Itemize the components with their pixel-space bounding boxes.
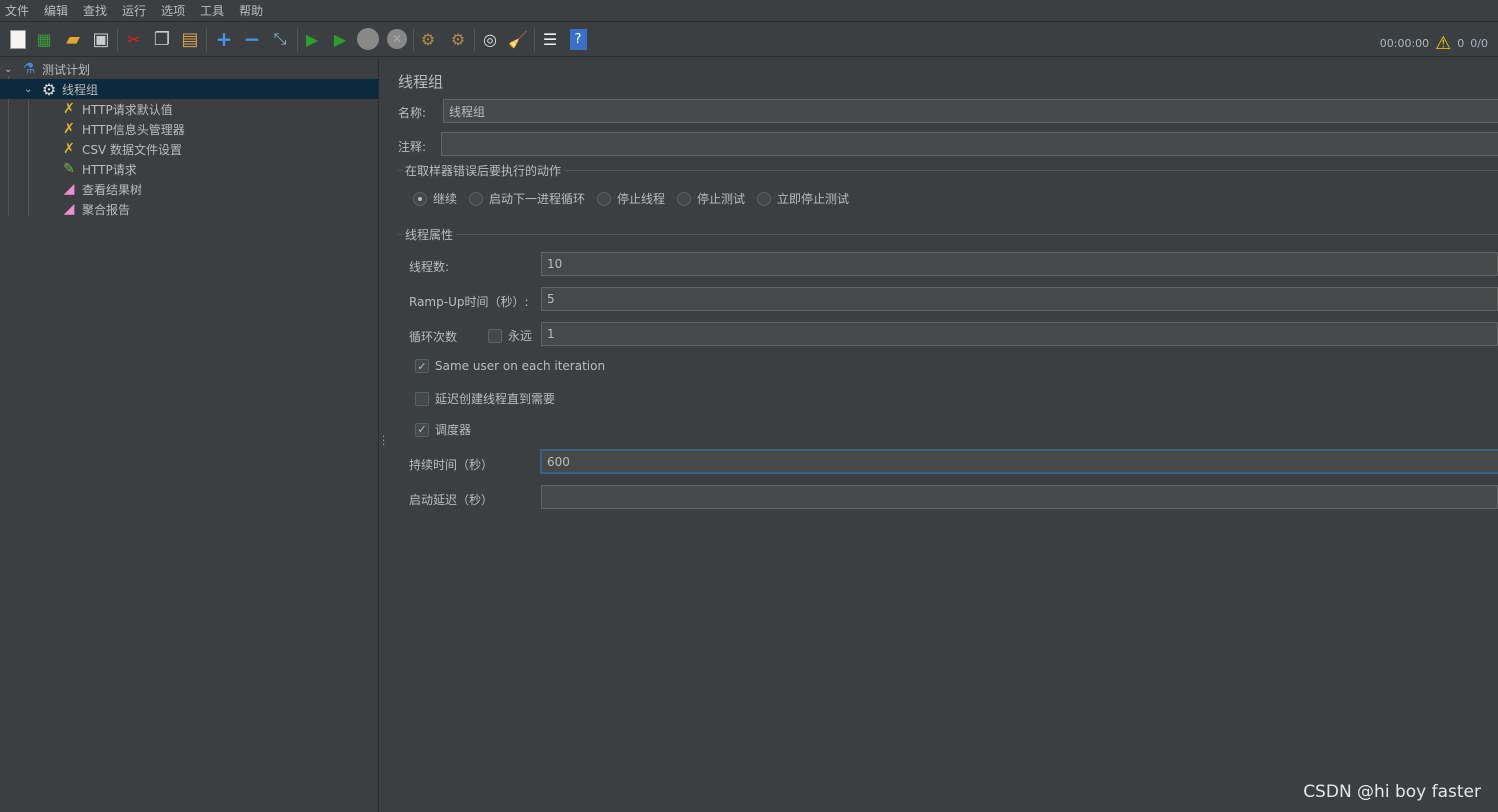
elapsed-timer: 00:00:00 [1379, 37, 1430, 50]
panel-title: 线程组 [398, 73, 444, 91]
radio-button[interactable] [413, 191, 427, 206]
radio-stop-test-now[interactable]: 立即停止测试 [757, 190, 849, 207]
threads-input[interactable]: 10 [541, 252, 1498, 276]
copy-icon[interactable]: ❐ [151, 28, 173, 50]
startup-delay-input[interactable] [541, 485, 1498, 509]
search-icon[interactable]: ◎ [479, 28, 501, 50]
active-threads: 0/0 [1470, 37, 1488, 50]
radio-button[interactable] [469, 191, 483, 206]
thread-group-icon: ⚙ [41, 79, 57, 99]
menu-edit[interactable]: 编辑 [44, 2, 68, 19]
help-icon[interactable]: ? [567, 28, 589, 50]
radio-start-next-loop[interactable]: 启动下一进程循环 [469, 190, 585, 207]
save-icon[interactable]: ▣ [90, 28, 112, 50]
sampler-icon: ✎ [63, 161, 75, 177]
status-area: 00:00:00 ⚠ 0 0/0 [1380, 33, 1498, 54]
tree-item-csv-config[interactable]: ✗ CSV 数据文件设置 [0, 139, 378, 159]
startup-delay-label: 启动延迟（秒） [409, 493, 494, 507]
rampup-label: Ramp-Up时间（秒）: [409, 295, 529, 309]
tree-item-http-request[interactable]: ✎ HTTP请求 [0, 159, 378, 179]
check-icon[interactable]: ✓ [415, 359, 429, 373]
clear-all-icon[interactable]: ⚙ [447, 28, 469, 50]
check-icon[interactable]: ✓ [415, 422, 429, 437]
start-no-pause-icon[interactable]: ▶ [329, 28, 351, 50]
comment-label: 注释: [398, 140, 427, 154]
templates-icon[interactable]: ▦ [33, 28, 55, 50]
shutdown-icon[interactable]: ✕ [386, 28, 408, 50]
tree-item-http-defaults[interactable]: ✗ HTTP请求默认值 [0, 99, 378, 119]
menu-file[interactable]: 文件 [5, 2, 29, 19]
menu-search[interactable]: 查找 [83, 2, 107, 19]
warning-icon[interactable]: ⚠ [1435, 33, 1451, 54]
duration-input[interactable]: 600 [540, 449, 1498, 474]
radio-button[interactable] [677, 191, 691, 206]
menu-help[interactable]: 帮助 [239, 2, 263, 19]
test-plan-icon: ⚗ [22, 61, 36, 77]
toolbar: ▦ ▰ ▣ ✂ ❐ ▤ + − ⤡ ▶ ▶ ✕ ⚙ ⚙ ◎ 🧹 ☰ ? [0, 23, 1498, 57]
name-input[interactable]: 线程组 [443, 99, 1498, 123]
cut-icon[interactable]: ✂ [123, 28, 145, 50]
rampup-input[interactable]: 5 [541, 287, 1498, 311]
name-label: 名称: [398, 106, 427, 120]
comment-input[interactable] [441, 132, 1498, 156]
menu-bar: 文件 编辑 查找 运行 选项 工具 帮助 [0, 0, 1498, 22]
config-element-icon: ✗ [63, 101, 75, 117]
clear-icon[interactable]: ⚙ [417, 28, 439, 50]
reset-search-icon[interactable]: 🧹 [507, 28, 529, 50]
radio-stop-thread[interactable]: 停止线程 [597, 190, 665, 207]
config-element-icon: ✗ [63, 141, 75, 157]
scheduler-checkbox[interactable]: ✓ 调度器 [415, 421, 471, 438]
warning-count: 0 [1457, 37, 1465, 50]
loop-count-label: 循环次数 [409, 330, 458, 344]
watermark: CSDN @hi boy faster [1303, 782, 1481, 802]
expand-icon[interactable]: + [213, 27, 235, 51]
listener-icon: ◢ [63, 201, 75, 217]
chevron-down-icon[interactable]: ⌄ [4, 64, 20, 75]
same-user-checkbox[interactable]: ✓ Same user on each iteration [415, 359, 605, 373]
open-icon[interactable]: ▰ [62, 28, 84, 50]
split-pane-divider[interactable]: · · · [379, 58, 388, 812]
menu-run[interactable]: 运行 [122, 2, 146, 19]
menu-tools[interactable]: 工具 [200, 2, 224, 19]
config-element-icon: ✗ [63, 121, 75, 137]
listener-icon: ◢ [63, 181, 75, 197]
thread-props-group-label: 线程属性 [405, 228, 454, 242]
threads-label: 线程数: [409, 260, 450, 274]
paste-icon[interactable]: ▤ [179, 28, 201, 50]
start-icon[interactable]: ▶ [301, 28, 323, 50]
chevron-down-icon[interactable]: ⌄ [24, 84, 40, 95]
collapse-icon[interactable]: − [241, 27, 263, 51]
stop-icon[interactable] [357, 28, 379, 50]
radio-button[interactable] [597, 191, 611, 206]
radio-button[interactable] [757, 191, 771, 206]
error-action-group-label: 在取样器错误后要执行的动作 [405, 164, 562, 178]
thread-group-panel: 线程组 名称: 线程组 注释: 在取样器错误后要执行的动作 继续 启动下一进程循… [388, 58, 1498, 812]
tree-item-test-plan[interactable]: ⌄ ⚗ 测试计划 [0, 59, 378, 79]
tree-item-results-tree[interactable]: ◢ 查看结果树 [0, 179, 378, 199]
delay-thread-creation-checkbox[interactable]: 延迟创建线程直到需要 [415, 390, 555, 407]
toggle-icon[interactable]: ⤡ [269, 28, 291, 50]
test-plan-tree: ⌄ ⚗ 测试计划 ⌄ ⚙ 线程组 ✗ HTTP请求默认值 ✗ HTTP信息头管理器 … [0, 58, 379, 812]
function-helper-icon[interactable]: ☰ [539, 28, 561, 50]
menu-options[interactable]: 选项 [161, 2, 185, 19]
duration-label: 持续时间（秒） [409, 458, 494, 472]
checkbox[interactable] [488, 328, 502, 343]
loop-count-input[interactable]: 1 [541, 322, 1498, 346]
radio-continue[interactable]: 继续 [413, 190, 457, 207]
checkbox[interactable] [415, 391, 429, 406]
tree-item-header-manager[interactable]: ✗ HTTP信息头管理器 [0, 119, 378, 139]
new-icon[interactable] [7, 28, 29, 50]
forever-checkbox[interactable]: 永远 [488, 327, 532, 344]
tree-item-aggregate-report[interactable]: ◢ 聚合报告 [0, 199, 378, 219]
radio-stop-test[interactable]: 停止测试 [677, 190, 745, 207]
tree-item-thread-group[interactable]: ⌄ ⚙ 线程组 [0, 79, 378, 99]
